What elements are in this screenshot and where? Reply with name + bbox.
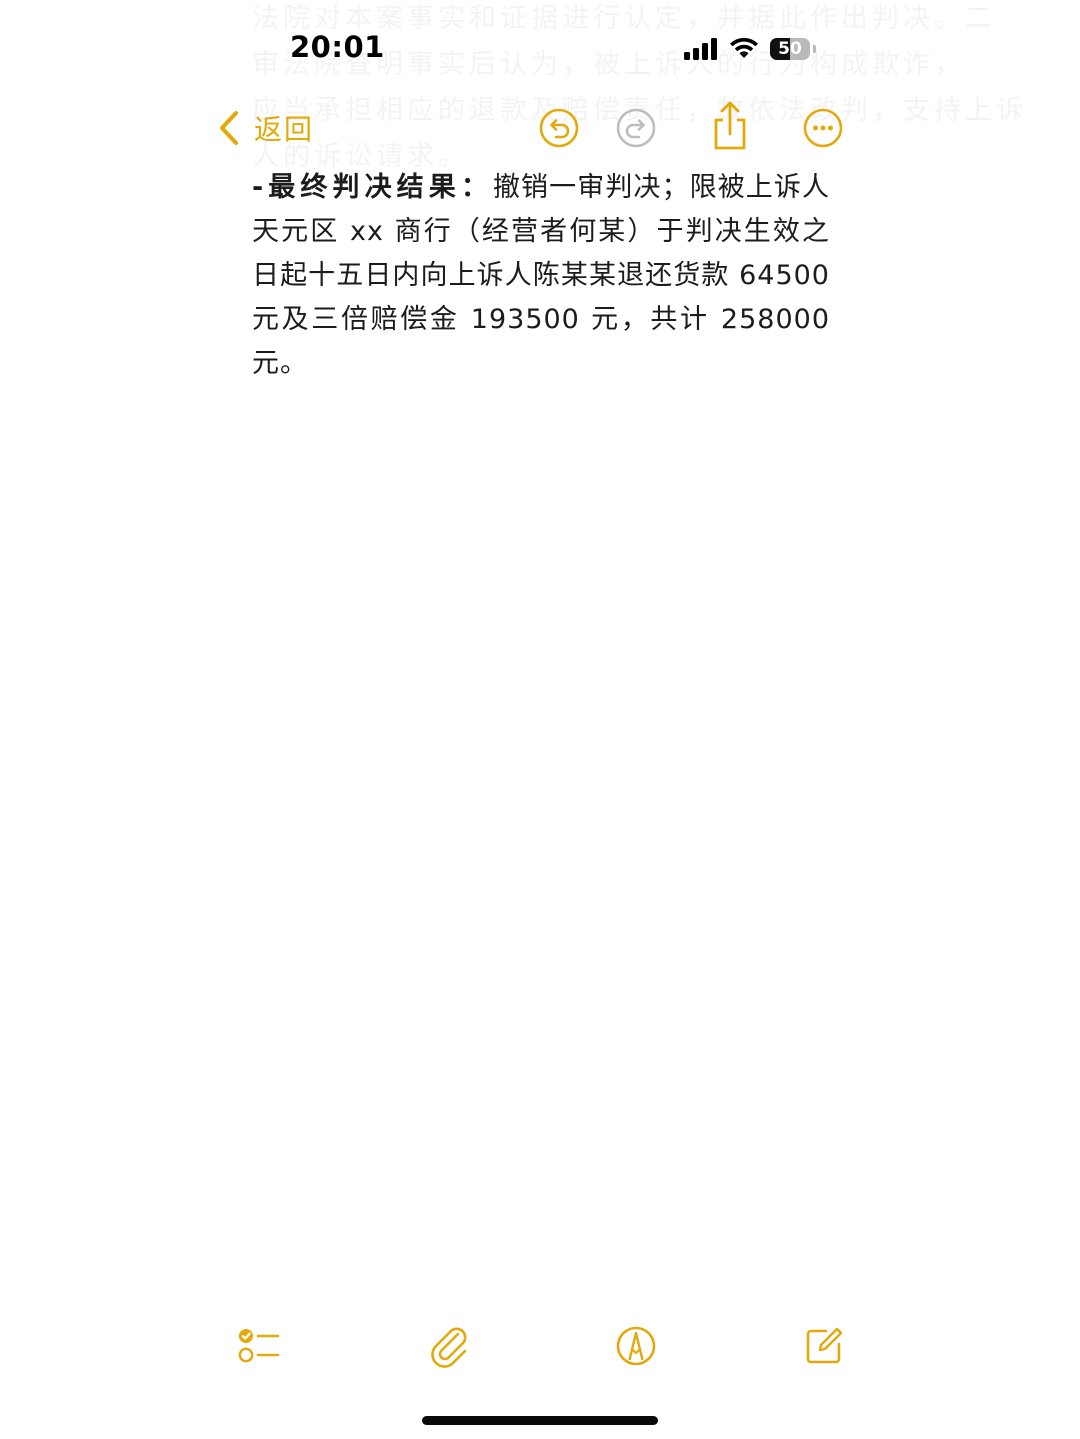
note-paragraph: 撤销一审判决；限被上诉人天元区 xx 商行（经营者何某）于判决生效之日起十五日内… <box>252 172 830 379</box>
bottom-toolbar <box>0 1318 1080 1374</box>
share-icon[interactable] <box>708 100 752 152</box>
checklist-icon[interactable] <box>236 1324 280 1368</box>
status-time: 20:01 <box>290 30 385 64</box>
battery-icon: 50 <box>770 38 810 60</box>
battery-percentage: 50 <box>778 39 802 59</box>
home-indicator[interactable] <box>422 1416 658 1425</box>
status-bar: 20:01 50 <box>0 0 1080 100</box>
notes-screen: 法院对本案事实和证据进行认定，并据此作出判决。二 审法院查明事实后认为，被上诉人… <box>0 0 1080 1439</box>
back-button[interactable]: 返回 <box>218 104 314 152</box>
chevron-left-icon <box>220 111 238 145</box>
nav-bar: 返回 <box>0 96 1080 162</box>
compose-icon[interactable] <box>802 1324 846 1368</box>
markup-pen-icon[interactable] <box>614 1324 658 1368</box>
battery-tip <box>813 45 816 53</box>
paperclip-icon[interactable] <box>428 1324 472 1368</box>
more-icon[interactable] <box>801 106 845 150</box>
cellular-signal-icon <box>684 38 718 60</box>
undo-icon[interactable] <box>537 106 581 150</box>
back-label: 返回 <box>254 113 315 146</box>
note-text[interactable]: -最终判决结果：撤销一审判决；限被上诉人天元区 xx 商行（经营者何某）于判决生… <box>252 166 830 386</box>
wifi-icon <box>730 37 758 58</box>
redo-icon[interactable] <box>614 106 658 150</box>
note-heading: -最终判决结果： <box>252 172 493 203</box>
